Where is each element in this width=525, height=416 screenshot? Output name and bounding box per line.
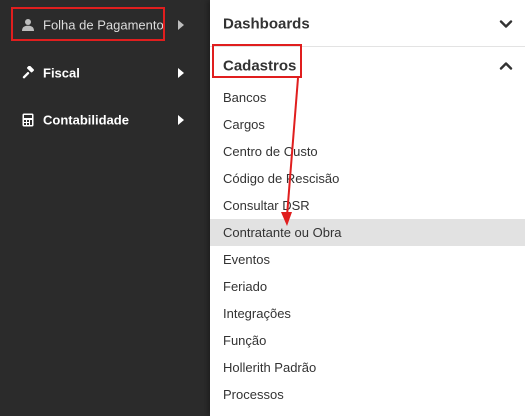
submenu-panel: Dashboards Cadastros Bancos Cargos Centr…	[210, 0, 525, 416]
section-dashboards[interactable]: Dashboards	[210, 2, 525, 47]
caret-right-icon	[178, 115, 184, 125]
caret-right-icon	[178, 68, 184, 78]
sidebar-item-folha-de-pagamento[interactable]: Folha de Pagamento	[0, 5, 210, 45]
user-icon	[20, 17, 36, 33]
calculator-icon	[20, 112, 36, 128]
menu-item-centro-de-custo[interactable]: Centro de Custo	[210, 138, 525, 165]
menu-item-integracoes[interactable]: Integrações	[210, 300, 525, 327]
caret-right-icon	[178, 20, 184, 30]
sidebar-item-fiscal[interactable]: Fiscal	[0, 53, 210, 93]
section-title: Dashboards	[223, 15, 310, 33]
menu-item-eventos[interactable]: Eventos	[210, 246, 525, 273]
menu-item-cargos[interactable]: Cargos	[210, 111, 525, 138]
menu-item-processos[interactable]: Processos	[210, 381, 525, 408]
sidebar-item-contabilidade[interactable]: Contabilidade	[0, 100, 210, 140]
sidebar-item-label: Contabilidade	[43, 112, 129, 128]
app-canvas: Folha de Pagamento Fiscal Contabilidade …	[0, 0, 525, 416]
menu-item-feriado[interactable]: Feriado	[210, 273, 525, 300]
gavel-icon	[20, 65, 36, 81]
menu-item-hollerith-padrao[interactable]: Hollerith Padrão	[210, 354, 525, 381]
cadastros-menu-list: Bancos Cargos Centro de Custo Código de …	[210, 84, 525, 408]
menu-item-funcao[interactable]: Função	[210, 327, 525, 354]
sidebar: Folha de Pagamento Fiscal Contabilidade	[0, 0, 210, 416]
section-title: Cadastros	[223, 57, 297, 75]
menu-item-codigo-de-rescisao[interactable]: Código de Rescisão	[210, 165, 525, 192]
menu-item-contratante-ou-obra[interactable]: Contratante ou Obra	[210, 219, 525, 246]
chevron-up-icon[interactable]	[497, 57, 515, 75]
sidebar-item-label: Folha de Pagamento	[43, 17, 164, 33]
menu-item-bancos[interactable]: Bancos	[210, 84, 525, 111]
menu-item-consultar-dsr[interactable]: Consultar DSR	[210, 192, 525, 219]
chevron-down-icon[interactable]	[497, 15, 515, 33]
sidebar-item-label: Fiscal	[43, 65, 80, 81]
section-cadastros[interactable]: Cadastros	[210, 44, 525, 88]
